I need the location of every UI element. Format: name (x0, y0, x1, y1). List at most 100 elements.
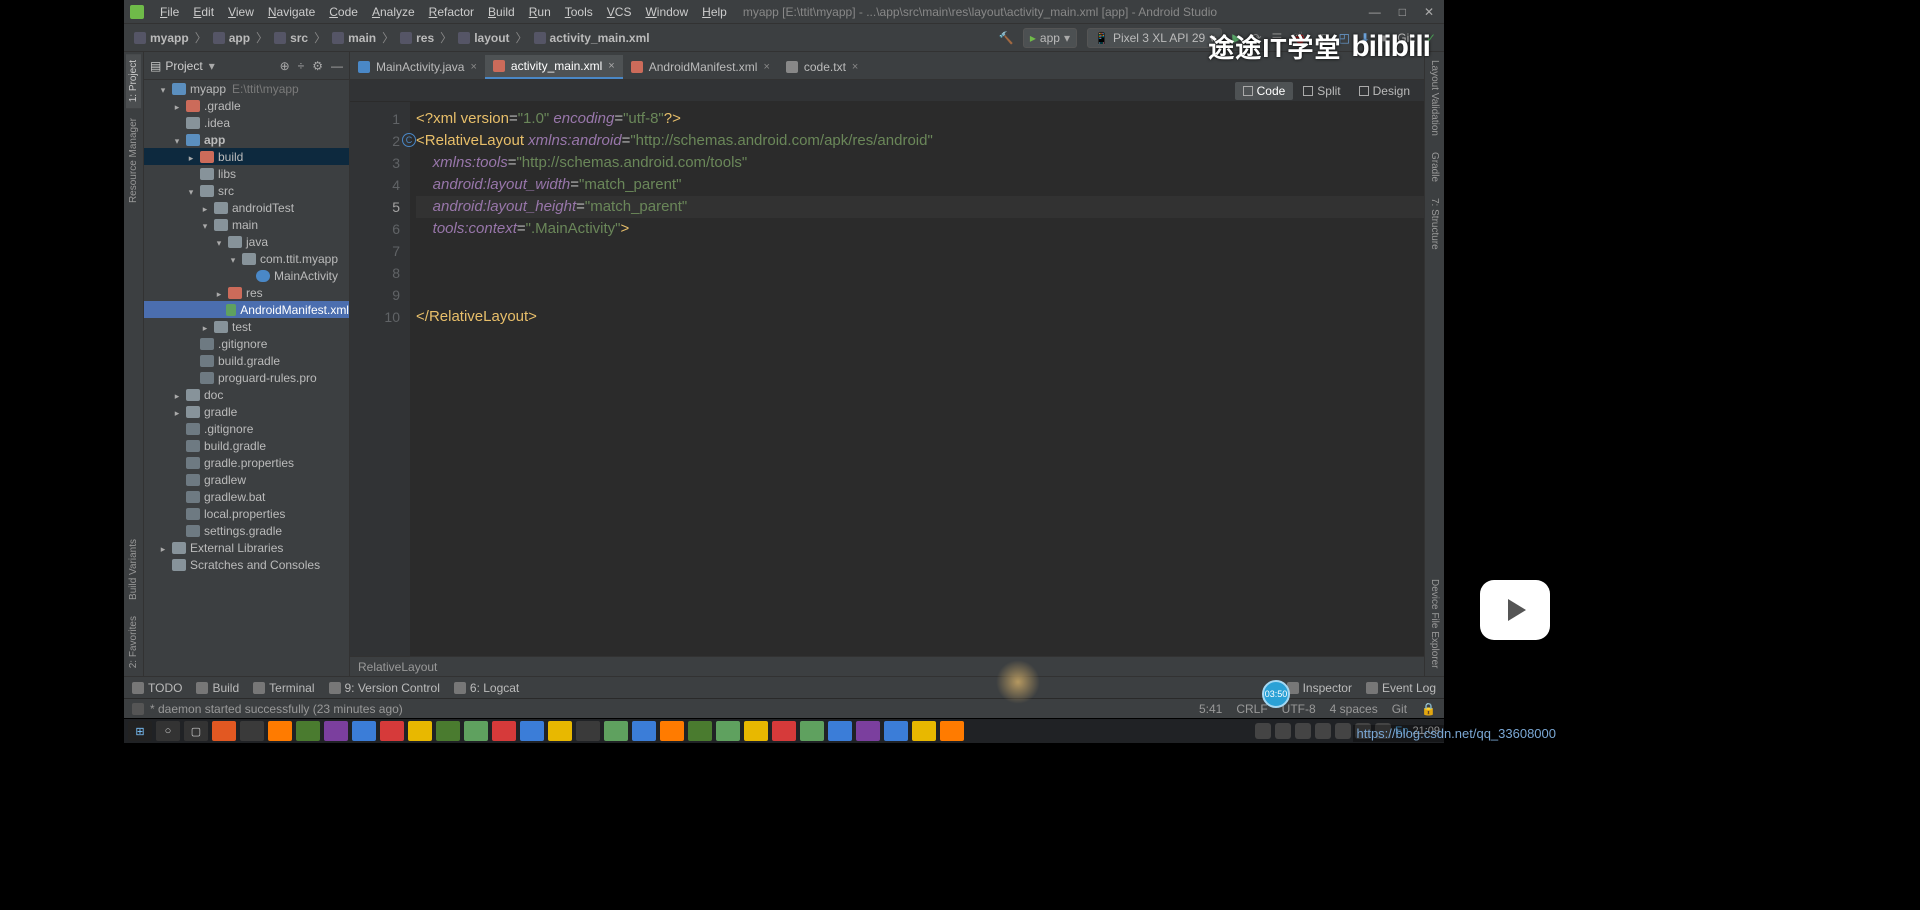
taskbar-app[interactable] (268, 721, 292, 741)
minimize-icon[interactable]: — (1369, 5, 1381, 19)
editor-bottom-breadcrumb[interactable]: RelativeLayout (350, 656, 1424, 676)
bottom-tool-event-log[interactable]: Event Log (1366, 681, 1436, 695)
tree-node[interactable]: settings.gradle (144, 522, 349, 539)
rail-project[interactable]: 1: Project (126, 54, 141, 108)
taskbar-app[interactable] (744, 721, 768, 741)
close-tab-icon[interactable]: × (763, 61, 769, 73)
tree-node[interactable]: AndroidManifest.xml (144, 301, 349, 318)
tray-icon[interactable] (1295, 723, 1311, 739)
menu-file[interactable]: File (154, 3, 185, 21)
taskbar-app[interactable] (240, 721, 264, 741)
tree-node[interactable]: .gradle (144, 97, 349, 114)
git-branch[interactable]: Git (1392, 702, 1407, 716)
vcs-update-icon[interactable]: ✓ (1426, 31, 1436, 45)
rail-build-variants[interactable]: Build Variants (126, 533, 141, 606)
rail-layout-validation[interactable]: Layout Validation (1427, 54, 1442, 142)
close-tab-icon[interactable]: × (470, 61, 476, 73)
taskbar-app[interactable] (828, 721, 852, 741)
cursor-position[interactable]: 5:41 (1199, 702, 1222, 716)
tree-node[interactable]: build (144, 148, 349, 165)
tree-node[interactable]: src (144, 182, 349, 199)
tree-node[interactable]: MainActivity (144, 267, 349, 284)
tree-node[interactable]: gradlew.bat (144, 488, 349, 505)
taskbar-app[interactable] (548, 721, 572, 741)
tray-icon[interactable] (1275, 723, 1291, 739)
editor-tab[interactable]: AndroidManifest.xml× (623, 55, 778, 79)
menu-vcs[interactable]: VCS (601, 3, 638, 21)
taskbar-app[interactable] (940, 721, 964, 741)
menu-navigate[interactable]: Navigate (262, 3, 321, 21)
bottom-tool-terminal[interactable]: Terminal (253, 681, 314, 695)
tree-node[interactable]: build.gradle (144, 352, 349, 369)
taskbar-app[interactable] (464, 721, 488, 741)
run-config-selector[interactable]: ▸ app ▾ (1023, 28, 1077, 48)
menu-edit[interactable]: Edit (187, 3, 220, 21)
taskbar-app[interactable] (604, 721, 628, 741)
select-opened-icon[interactable]: ⊕ (280, 59, 290, 73)
project-panel-label[interactable]: Project (165, 59, 202, 73)
tree-node[interactable]: .gitignore (144, 420, 349, 437)
view-mode-design[interactable]: Design (1351, 82, 1418, 100)
tree-node[interactable]: gradlew (144, 471, 349, 488)
tree-node[interactable]: .gitignore (144, 335, 349, 352)
menu-analyze[interactable]: Analyze (366, 3, 421, 21)
taskbar-app[interactable] (660, 721, 684, 741)
task-view-button[interactable]: ▢ (184, 721, 208, 741)
breadcrumb-item[interactable]: layout (458, 31, 509, 45)
bottom-tool-todo[interactable]: TODO (132, 681, 182, 695)
rail-favorites[interactable]: 2: Favorites (126, 610, 141, 674)
project-tree[interactable]: myappE:\ttit\myapp.gradle.ideaappbuildli… (144, 80, 349, 676)
tray-icon[interactable] (1255, 723, 1271, 739)
menu-help[interactable]: Help (696, 3, 733, 21)
tree-node[interactable]: gradle (144, 403, 349, 420)
editor-content[interactable]: <?xml version="1.0" encoding="utf-8"?><R… (410, 102, 1424, 656)
editor-tab[interactable]: activity_main.xml× (485, 55, 623, 79)
tree-node[interactable]: com.ttit.myapp (144, 250, 349, 267)
menu-code[interactable]: Code (323, 3, 364, 21)
view-mode-code[interactable]: Code (1235, 82, 1294, 100)
rail-resource-manager[interactable]: Resource Manager (126, 112, 141, 209)
tree-node[interactable]: androidTest (144, 199, 349, 216)
build-icon[interactable]: 🔨 (999, 31, 1013, 45)
close-icon[interactable]: ✕ (1424, 5, 1434, 19)
code-editor[interactable]: 12C345678910 <?xml version="1.0" encodin… (350, 102, 1424, 656)
taskbar-app[interactable] (912, 721, 936, 741)
bottom-tool-build[interactable]: Build (196, 681, 239, 695)
attach-debugger-icon[interactable]: ☰ (1272, 31, 1283, 45)
breadcrumb-item[interactable]: res (400, 31, 434, 45)
editor-gutter[interactable]: 12C345678910 (350, 102, 410, 656)
breadcrumb-item[interactable]: myapp (134, 31, 189, 45)
taskbar-app[interactable] (352, 721, 376, 741)
profile-icon[interactable]: ◧ (1317, 31, 1328, 45)
editor-tab[interactable]: MainActivity.java× (350, 55, 485, 79)
taskbar-app[interactable] (296, 721, 320, 741)
close-tab-icon[interactable]: × (608, 60, 614, 72)
taskbar-app[interactable] (576, 721, 600, 741)
taskbar-app[interactable] (856, 721, 880, 741)
avd-icon[interactable]: ◰ (1339, 31, 1350, 45)
menu-window[interactable]: Window (639, 3, 694, 21)
tree-node[interactable]: main (144, 216, 349, 233)
tree-node[interactable]: Scratches and Consoles (144, 556, 349, 573)
menu-tools[interactable]: Tools (559, 3, 599, 21)
tray-icon[interactable] (1315, 723, 1331, 739)
debug-icon[interactable]: 🐞 (1292, 31, 1307, 45)
tree-node[interactable]: build.gradle (144, 437, 349, 454)
run-icon[interactable]: ▶ (1232, 31, 1241, 45)
expand-all-icon[interactable]: ÷ (298, 59, 305, 73)
tree-node[interactable]: java (144, 233, 349, 250)
tree-node[interactable]: External Libraries (144, 539, 349, 556)
bottom-tool-logcat[interactable]: 6: Logcat (454, 681, 519, 695)
stop-icon[interactable]: ■ (1380, 31, 1387, 45)
taskbar-app[interactable] (324, 721, 348, 741)
taskbar-app[interactable] (436, 721, 460, 741)
menu-build[interactable]: Build (482, 3, 521, 21)
taskbar-app[interactable] (520, 721, 544, 741)
tree-node[interactable]: libs (144, 165, 349, 182)
menu-run[interactable]: Run (523, 3, 557, 21)
bottom-tool-inspector[interactable]: Inspector (1287, 681, 1352, 695)
tree-node[interactable]: .idea (144, 114, 349, 131)
menu-view[interactable]: View (222, 3, 260, 21)
breadcrumb-item[interactable]: main (332, 31, 376, 45)
taskbar-app[interactable] (800, 721, 824, 741)
